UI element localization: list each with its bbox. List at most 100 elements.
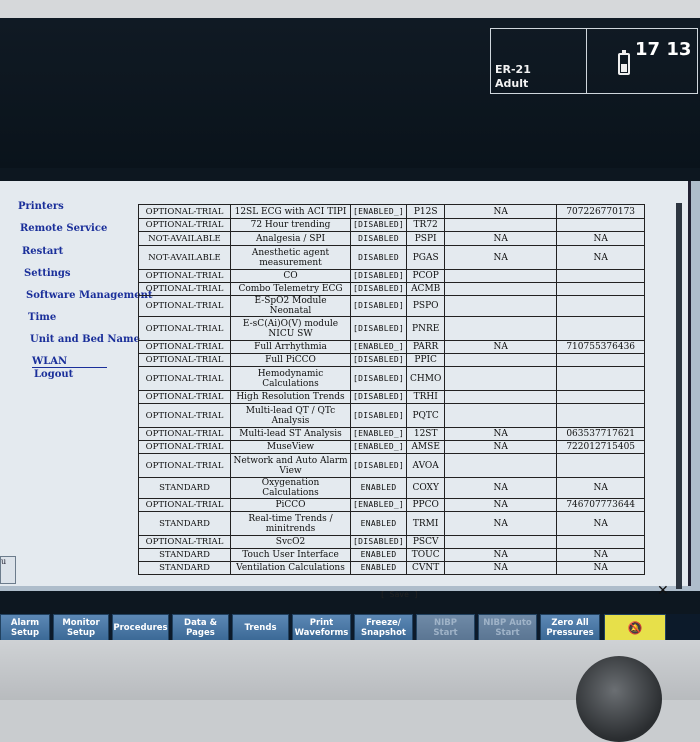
- code-cell: TRHI: [406, 390, 446, 404]
- status-cell: [444, 453, 558, 478]
- option-cell: CO: [230, 269, 351, 283]
- freeze-snapshot-button[interactable]: Freeze/ Snapshot: [354, 614, 413, 640]
- side-item-remote-service[interactable]: Remote Service: [20, 223, 107, 234]
- table-row[interactable]: NOT-AVAILABLE Analgesia / SPI DISABLED PSPI…: [138, 231, 646, 246]
- procedures-button[interactable]: Procedures: [112, 614, 169, 640]
- table-row[interactable]: STANDARD Real-time Trends / minitrends ENA…: [138, 511, 646, 536]
- status-cell: [444, 353, 558, 367]
- option-cell: Touch User Interface: [230, 548, 351, 562]
- battery-icon: [618, 50, 630, 75]
- side-item-software-management[interactable]: Software Management: [26, 290, 153, 301]
- data-pages-button[interactable]: Data & Pages: [172, 614, 229, 640]
- code-cell: P12S: [406, 204, 446, 219]
- license-cell: STANDARD: [138, 561, 231, 575]
- code-cell: TRMI: [406, 511, 446, 536]
- option-cell: Full PiCCO: [230, 353, 351, 367]
- option-cell: E-SpO2 Module Neonatal: [230, 295, 351, 317]
- table-row[interactable]: OPTIONAL-TRIAL 72 Hour trending [DISABLED]…: [138, 218, 646, 232]
- key-cell: [556, 403, 646, 428]
- state-cell: ENABLED: [349, 511, 408, 536]
- code-cell: CVNT: [406, 561, 446, 575]
- key-cell: [556, 282, 646, 296]
- option-cell: Combo Telemetry ECG: [230, 282, 351, 296]
- nibp-auto-start-button[interactable]: NIBP Auto Start: [478, 614, 537, 640]
- table-row[interactable]: OPTIONAL-TRIAL Hemodynamic Calculations [D…: [138, 366, 646, 391]
- bed-info[interactable]: ER-21 Adult: [495, 63, 531, 91]
- table-row[interactable]: OPTIONAL-TRIAL Multi-lead ST Analysis [ENA…: [138, 427, 646, 441]
- save-button[interactable]: [ Save ]: [380, 590, 419, 599]
- state-cell: [ENABLED_]: [349, 498, 408, 512]
- side-item-time[interactable]: Time: [28, 312, 56, 323]
- code-cell: PPIC: [406, 353, 446, 367]
- trim-knob[interactable]: [576, 656, 662, 742]
- side-item-wlan[interactable]: WLAN: [32, 356, 108, 368]
- status-cell: [444, 366, 558, 391]
- option-cell: Ventilation Calculations: [230, 561, 351, 575]
- side-item-settings[interactable]: Settings: [24, 268, 71, 279]
- code-cell: ACMB: [406, 282, 446, 296]
- side-item-printers[interactable]: Printers: [18, 201, 64, 212]
- key-cell: [556, 353, 646, 367]
- key-cell: [556, 316, 646, 341]
- license-cell: OPTIONAL-TRIAL: [138, 282, 231, 296]
- alarm-silence-button[interactable]: 🔕: [604, 614, 666, 640]
- table-row[interactable]: OPTIONAL-TRIAL Combo Telemetry ECG [DISABL…: [138, 282, 646, 296]
- table-row[interactable]: OPTIONAL-TRIAL Multi-lead QT / QTc Analys…: [138, 403, 646, 428]
- print-waveforms-button[interactable]: Print Waveforms: [292, 614, 351, 640]
- table-row[interactable]: OPTIONAL-TRIAL PiCCO [ENABLED_] PPCO NA 74670…: [138, 498, 646, 512]
- side-item-logout[interactable]: Logout: [34, 369, 73, 380]
- license-cell: OPTIONAL-TRIAL: [138, 295, 231, 317]
- trends-button[interactable]: Trends: [232, 614, 289, 640]
- setup-panel: Printers Remote Service Restart Settings…: [0, 181, 691, 599]
- key-cell: NA: [556, 231, 646, 246]
- table-row[interactable]: OPTIONAL-TRIAL CO [DISABLED] PCOP: [138, 269, 646, 283]
- nibp-start-button[interactable]: NIBP Start: [416, 614, 475, 640]
- code-cell: PNRE: [406, 316, 446, 341]
- table-row[interactable]: STANDARD Oxygenation Calculations ENABLED C…: [138, 477, 646, 499]
- state-cell: [DISABLED]: [349, 403, 408, 428]
- table-row[interactable]: OPTIONAL-TRIAL SvcO2 [DISABLED] PSCV: [138, 535, 646, 549]
- license-cell: OPTIONAL-TRIAL: [138, 498, 231, 512]
- side-tab[interactable]: u: [0, 556, 16, 584]
- alarm-setup-button[interactable]: Alarm Setup: [0, 614, 50, 640]
- table-row[interactable]: OPTIONAL-TRIAL E-sC(Ai)O(V) module NICU S…: [138, 316, 646, 341]
- table-row[interactable]: OPTIONAL-TRIAL 12SL ECG with ACI TIPI [ENA…: [138, 204, 646, 219]
- table-row[interactable]: OPTIONAL-TRIAL Network and Auto Alarm Vie…: [138, 453, 646, 478]
- table-row[interactable]: OPTIONAL-TRIAL High Resolution Trends [DIS…: [138, 390, 646, 404]
- close-icon[interactable]: ✕: [657, 583, 669, 599]
- code-cell: PCOP: [406, 269, 446, 283]
- side-item-restart[interactable]: Restart: [22, 246, 63, 257]
- table-row[interactable]: OPTIONAL-TRIAL MuseView [ENABLED_] AMSE NA 72…: [138, 440, 646, 454]
- zero-all-pressures-button[interactable]: Zero All Pressures: [540, 614, 600, 640]
- license-cell: OPTIONAL-TRIAL: [138, 218, 231, 232]
- table-row[interactable]: STANDARD Ventilation Calculations ENABLED C…: [138, 561, 646, 575]
- state-cell: ENABLED: [349, 548, 408, 562]
- options-table-body: OPTIONAL-TRIAL 12SL ECG with ACI TIPI [ENA…: [138, 204, 646, 575]
- monitor-setup-button[interactable]: Monitor Setup: [53, 614, 109, 640]
- license-cell: OPTIONAL-TRIAL: [138, 340, 231, 354]
- option-cell: Multi-lead QT / QTc Analysis: [230, 403, 351, 428]
- state-cell: DISABLED: [349, 245, 408, 270]
- key-cell: NA: [556, 511, 646, 536]
- option-cell: MuseView: [230, 440, 351, 454]
- scrollbar[interactable]: [676, 203, 682, 589]
- option-cell: 72 Hour trending: [230, 218, 351, 232]
- option-cell: 12SL ECG with ACI TIPI: [230, 204, 351, 219]
- table-row[interactable]: OPTIONAL-TRIAL Full Arrhythmia [ENABLED_] P…: [138, 340, 646, 354]
- key-cell: 722012715405: [556, 440, 646, 454]
- state-cell: [DISABLED]: [349, 353, 408, 367]
- table-row[interactable]: OPTIONAL-TRIAL Full PiCCO [DISABLED] PPIC: [138, 353, 646, 367]
- code-cell: PGAS: [406, 245, 446, 270]
- code-cell: PSPI: [406, 231, 446, 246]
- side-item-unit-and-bed-name[interactable]: Unit and Bed Name: [30, 334, 140, 345]
- key-cell: 707226770173: [556, 204, 646, 219]
- code-cell: AMSE: [406, 440, 446, 454]
- table-row[interactable]: OPTIONAL-TRIAL E-SpO2 Module Neonatal [DIS…: [138, 295, 646, 317]
- license-cell: OPTIONAL-TRIAL: [138, 453, 231, 478]
- state-cell: [DISABLED]: [349, 218, 408, 232]
- status-cell: [444, 403, 558, 428]
- license-cell: NOT-AVAILABLE: [138, 245, 231, 270]
- table-row[interactable]: NOT-AVAILABLE Anesthetic agent measuremen…: [138, 245, 646, 270]
- code-cell: 12ST: [406, 427, 446, 441]
- table-row[interactable]: STANDARD Touch User Interface ENABLED TOUC N…: [138, 548, 646, 562]
